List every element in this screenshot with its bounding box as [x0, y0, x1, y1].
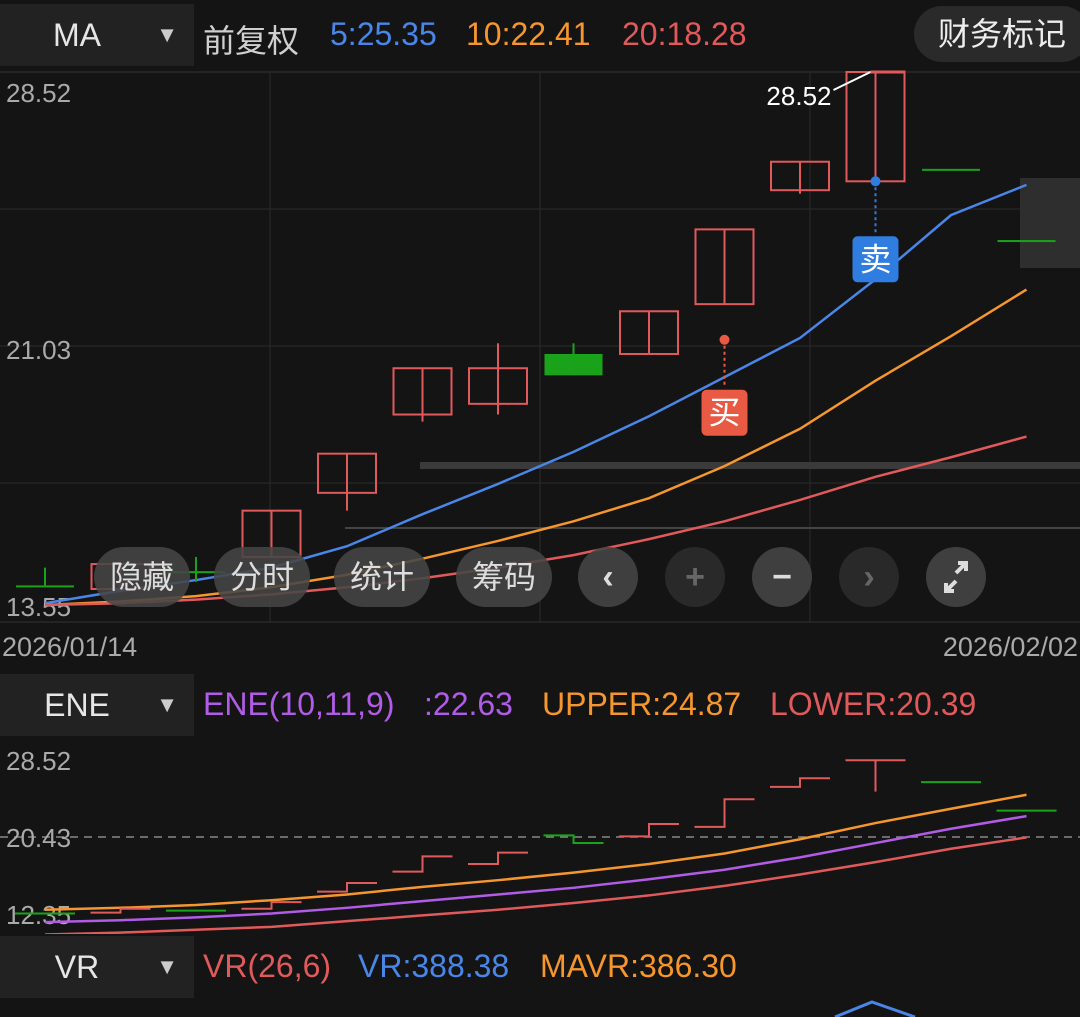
candle-step — [619, 823, 679, 838]
chevron-down-icon: ▼ — [156, 22, 178, 47]
candle-step — [241, 901, 302, 910]
support-band — [420, 462, 1080, 469]
candle-body — [997, 240, 1056, 243]
ene-value: :22.63 — [424, 686, 513, 722]
high-price-label: 28.52 — [766, 81, 831, 111]
vr-indicator-bar: VR ▼ VR(26,6) VR:388.38 MAVR:386.30 — [0, 934, 1080, 1017]
buy-marker-label: 买 — [708, 395, 740, 431]
ene-candle — [694, 798, 755, 828]
candle — [845, 71, 906, 183]
plus-icon[interactable]: + — [665, 547, 725, 607]
ene-candle — [770, 777, 830, 788]
vr-line-peak — [834, 1000, 916, 1017]
y-tick-label: 12.35 — [6, 900, 71, 930]
ma20-value: 20:18.28 — [622, 16, 747, 52]
sell-marker-label: 卖 — [859, 241, 891, 277]
finance-mark-button[interactable]: 财务标记 — [913, 6, 1080, 62]
y-tick-label: 20.43 — [6, 823, 71, 853]
vr-name: VR(26,6) — [203, 948, 332, 984]
chevron-down-icon: ▼ — [156, 692, 178, 717]
candle — [694, 228, 755, 306]
y-tick-label: 28.52 — [6, 746, 71, 776]
ene-candle — [468, 851, 528, 865]
indicator-label: ENE — [44, 686, 110, 723]
candle-step — [317, 882, 377, 893]
candle-step — [392, 855, 453, 873]
indicator-label: VR — [54, 948, 100, 985]
high-leader-line — [833, 71, 871, 91]
candle — [619, 310, 679, 355]
candle-body — [922, 168, 980, 171]
main-indicator-bar: MA ▼ 前复权 5:25.35 10:22.41 20:18.28 财务标记 — [0, 0, 1080, 70]
ene-candle — [619, 823, 679, 838]
indicator-label: MA — [53, 16, 101, 53]
y-tick-label: 13.55 — [6, 592, 71, 622]
x-tick-label: 2026/02/02 — [943, 632, 1078, 662]
chevron-left-icon[interactable]: ‹ — [578, 547, 638, 607]
ma5-value: 5:25.35 — [330, 16, 437, 52]
ene-line-lower — [44, 836, 1027, 934]
indicator-select-vr[interactable]: VR ▼ — [0, 936, 194, 998]
indicator-select-ene[interactable]: ENE ▼ — [0, 674, 194, 736]
ene-indicator-bar: ENE ▼ ENE(10,11,9) :22.63 UPPER:24.87 LO… — [0, 668, 1080, 738]
chevron-right-icon[interactable]: › — [839, 547, 899, 607]
adjust-mode[interactable]: 前复权 — [203, 16, 299, 62]
y-tick-label: 28.52 — [6, 78, 71, 108]
indicator-select-ma[interactable]: MA ▼ — [0, 4, 194, 66]
stats-button[interactable]: 统计 — [334, 547, 430, 607]
chevron-down-icon: ▼ — [156, 954, 178, 979]
x-tick-label: 2026/01/14 — [2, 632, 137, 662]
candle — [544, 343, 603, 376]
candle — [997, 240, 1056, 243]
sell-marker-dot — [870, 176, 881, 187]
candle — [317, 452, 377, 511]
expand-icon[interactable] — [926, 547, 986, 607]
candle — [392, 367, 453, 422]
ene-chart[interactable]: 28.52 20.43 12.35 — [0, 738, 1080, 934]
ene-candle — [845, 759, 906, 792]
mavr-value: MAVR:386.30 — [540, 948, 737, 984]
candle-body — [544, 353, 603, 376]
candle-step — [468, 851, 528, 865]
candle — [770, 160, 830, 194]
candle-step — [694, 798, 755, 828]
ene-candle — [392, 855, 453, 873]
candle — [16, 567, 74, 588]
chips-button[interactable]: 筹码 — [456, 547, 552, 607]
ene-line-upper — [44, 793, 1027, 911]
y-tick-label: 21.03 — [6, 335, 71, 365]
ene-lower: LOWER:20.39 — [770, 686, 977, 722]
ma10-value: 10:22.41 — [466, 16, 591, 52]
candle-step — [770, 777, 830, 788]
ene-upper: UPPER:24.87 — [542, 686, 742, 722]
ene-candle — [241, 901, 302, 910]
hide-button[interactable]: 隐藏 — [94, 547, 190, 607]
timeshare-button[interactable]: 分时 — [214, 547, 310, 607]
ene-candle — [317, 882, 377, 893]
candle — [922, 168, 980, 171]
minus-icon[interactable]: − — [752, 547, 812, 607]
candle-body — [16, 585, 74, 588]
ene-name: ENE(10,11,9) — [203, 686, 395, 722]
price-marker-box — [1020, 178, 1080, 268]
vr-value: VR:388.38 — [358, 948, 510, 984]
candle — [468, 343, 528, 415]
